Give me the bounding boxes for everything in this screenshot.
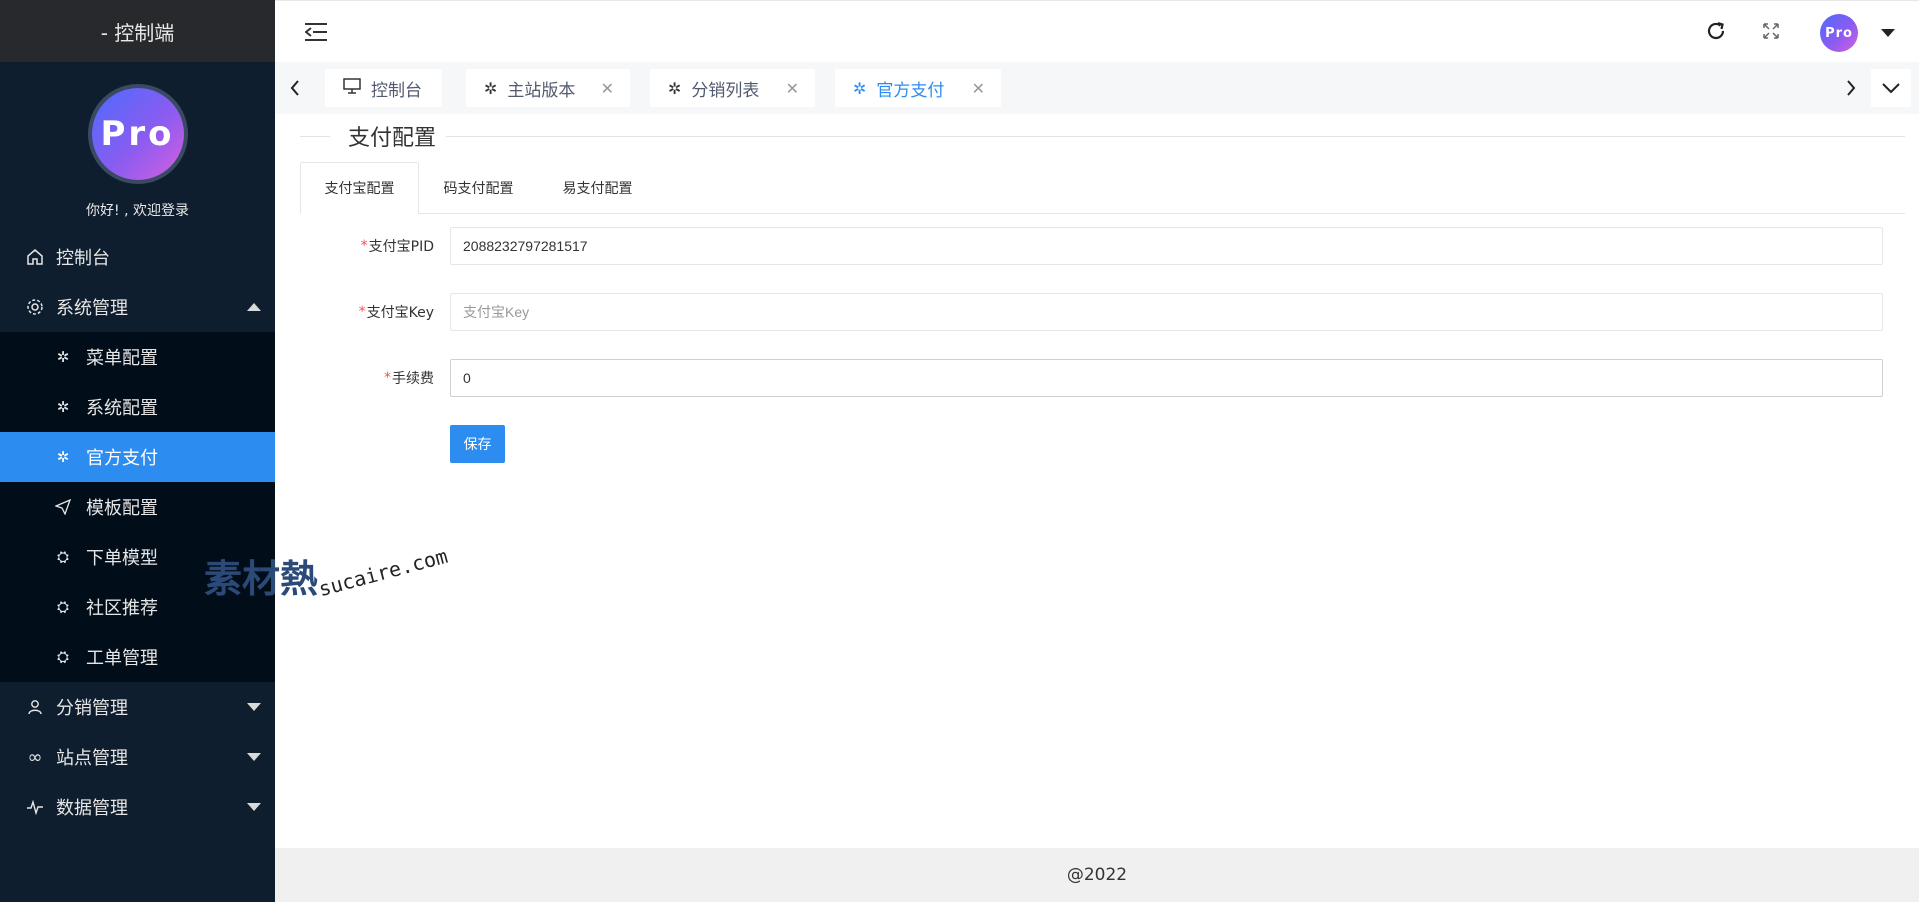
sidebar-item-tickets[interactable]: ⛭ 工单管理: [0, 632, 275, 682]
caret-up-icon: [247, 303, 261, 311]
home-icon: [24, 248, 46, 266]
welcome-text: 你好! , 欢迎登录: [86, 203, 189, 219]
divider: [300, 136, 330, 137]
sidebar-item-label: 模板配置: [86, 498, 158, 519]
field-label: * 支付宝Key: [358, 304, 434, 321]
tab-label: 控制台: [371, 80, 422, 101]
caret-down-icon: [247, 703, 261, 711]
sidebar-item-community[interactable]: ⛭ 社区推荐: [0, 582, 275, 632]
pulse-icon: [24, 799, 46, 815]
sidebar-item-label: 菜单配置: [86, 348, 158, 369]
infinity-icon: ∞: [27, 746, 43, 768]
tabs-prev-icon[interactable]: [279, 62, 311, 114]
tab-label: 分销列表: [691, 80, 760, 101]
tab-codepay-config[interactable]: 码支付配置: [419, 162, 538, 214]
system-submenu: ✲ 菜单配置 ✲ 系统配置 ✲ 官方支付 模板配置 ⛭ 下单模型 ⛭ 社区推荐 …: [0, 332, 275, 682]
form-row-key: * 支付宝Key: [300, 293, 1905, 331]
user-avatar[interactable]: Pro: [1820, 14, 1858, 52]
page-title: 支付配置: [338, 120, 447, 152]
caret-down-icon: [247, 753, 261, 761]
sidebar-item-menu-config[interactable]: ✲ 菜单配置: [0, 332, 275, 382]
sidebar-item-label: 系统配置: [86, 398, 158, 419]
palm-icon: ✲: [668, 78, 682, 98]
footer: @2022: [275, 848, 1919, 902]
menu-collapse-icon[interactable]: [305, 21, 329, 43]
tab-distribution-list[interactable]: ✲ 分销列表 ✕: [650, 69, 815, 107]
palm-icon: ✲: [484, 78, 498, 98]
tab-label: 官方支付: [876, 80, 945, 101]
field-label: * 支付宝PID: [360, 238, 434, 255]
sidebar-item-label: 工单管理: [86, 648, 158, 669]
sidebar-item-distribution[interactable]: 分销管理: [0, 682, 275, 732]
sidebar-item-label: 下单模型: [86, 548, 158, 569]
robot-icon: ⛭: [56, 598, 69, 616]
tab-dashboard[interactable]: 控制台: [325, 69, 442, 107]
profile-panel: Pro 你好! , 欢迎登录: [0, 62, 275, 232]
palm-icon: ✲: [853, 78, 867, 98]
tab-alipay-config[interactable]: 支付宝配置: [300, 162, 419, 214]
monitor-icon: [343, 78, 361, 98]
alipay-pid-input[interactable]: [450, 227, 1883, 265]
sidebar: - 控制端 Pro 你好! , 欢迎登录 控制台 系统管理 ✲ 菜单配置 ✲ 系…: [0, 0, 275, 902]
sidebar-title: - 控制端: [0, 0, 275, 62]
divider: [440, 136, 1905, 137]
palm-icon: ✲: [56, 348, 70, 366]
main-content: 支付配置 支付宝配置 码支付配置 易支付配置 *支付宝PID *支付宝Key *…: [275, 114, 1919, 848]
sidebar-item-official-pay[interactable]: ✲ 官方支付: [0, 432, 275, 482]
close-icon[interactable]: ✕: [601, 79, 614, 98]
sidebar-item-system-config[interactable]: ✲ 系统配置: [0, 382, 275, 432]
caret-down-icon[interactable]: [1881, 29, 1895, 37]
sidebar-item-template-config[interactable]: 模板配置: [0, 482, 275, 532]
close-icon[interactable]: ✕: [972, 79, 985, 98]
send-icon: [54, 499, 72, 515]
robot-icon: ⛭: [56, 648, 69, 666]
form-row-pid: * 支付宝PID: [300, 227, 1905, 265]
user-icon: [24, 699, 46, 715]
tab-official-pay[interactable]: ✲ 官方支付 ✕: [835, 69, 1001, 107]
sidebar-item-label: 数据管理: [56, 798, 128, 819]
sidebar-item-label: 站点管理: [56, 748, 128, 769]
tabs-dropdown-icon[interactable]: [1871, 69, 1911, 107]
tabs-next-icon[interactable]: [1835, 62, 1867, 114]
avatar[interactable]: Pro: [87, 84, 188, 184]
payment-tabs: 支付宝配置 码支付配置 易支付配置: [300, 162, 1905, 214]
sidebar-item-system[interactable]: 系统管理: [0, 282, 275, 332]
save-button[interactable]: 保存: [450, 425, 505, 463]
fullscreen-icon[interactable]: [1760, 20, 1782, 42]
top-bar: Pro: [275, 0, 1919, 62]
refresh-icon[interactable]: [1705, 20, 1727, 42]
alipay-key-input[interactable]: [450, 293, 1883, 331]
sidebar-item-dashboard[interactable]: 控制台: [0, 232, 275, 282]
sidebar-item-site[interactable]: ∞ 站点管理: [0, 732, 275, 782]
sidebar-item-label: 社区推荐: [86, 598, 158, 619]
sidebar-item-label: 系统管理: [56, 298, 128, 319]
tab-epay-config[interactable]: 易支付配置: [538, 162, 657, 214]
close-icon[interactable]: ✕: [786, 79, 799, 98]
sidebar-item-label: 分销管理: [56, 698, 128, 719]
caret-down-icon: [247, 803, 261, 811]
form-row-fee: * 手续费: [300, 359, 1905, 397]
field-label: * 手续费: [384, 370, 434, 387]
tab-main-site-version[interactable]: ✲ 主站版本 ✕: [466, 69, 630, 107]
palm-icon: ✲: [56, 398, 70, 416]
sidebar-item-data[interactable]: 数据管理: [0, 782, 275, 832]
sidebar-item-order-model[interactable]: ⛭ 下单模型: [0, 532, 275, 582]
tab-label: 主站版本: [507, 80, 576, 101]
sidebar-item-label: 官方支付: [86, 448, 158, 469]
palm-icon: ✲: [56, 448, 70, 466]
gear-icon: [24, 298, 46, 316]
tabs-bar: 控制台 ✲ 主站版本 ✕ ✲ 分销列表 ✕ ✲ 官方支付 ✕: [275, 62, 1919, 114]
fee-input[interactable]: [450, 359, 1883, 397]
robot-icon: ⛭: [56, 548, 69, 566]
sidebar-item-label: 控制台: [56, 248, 110, 269]
